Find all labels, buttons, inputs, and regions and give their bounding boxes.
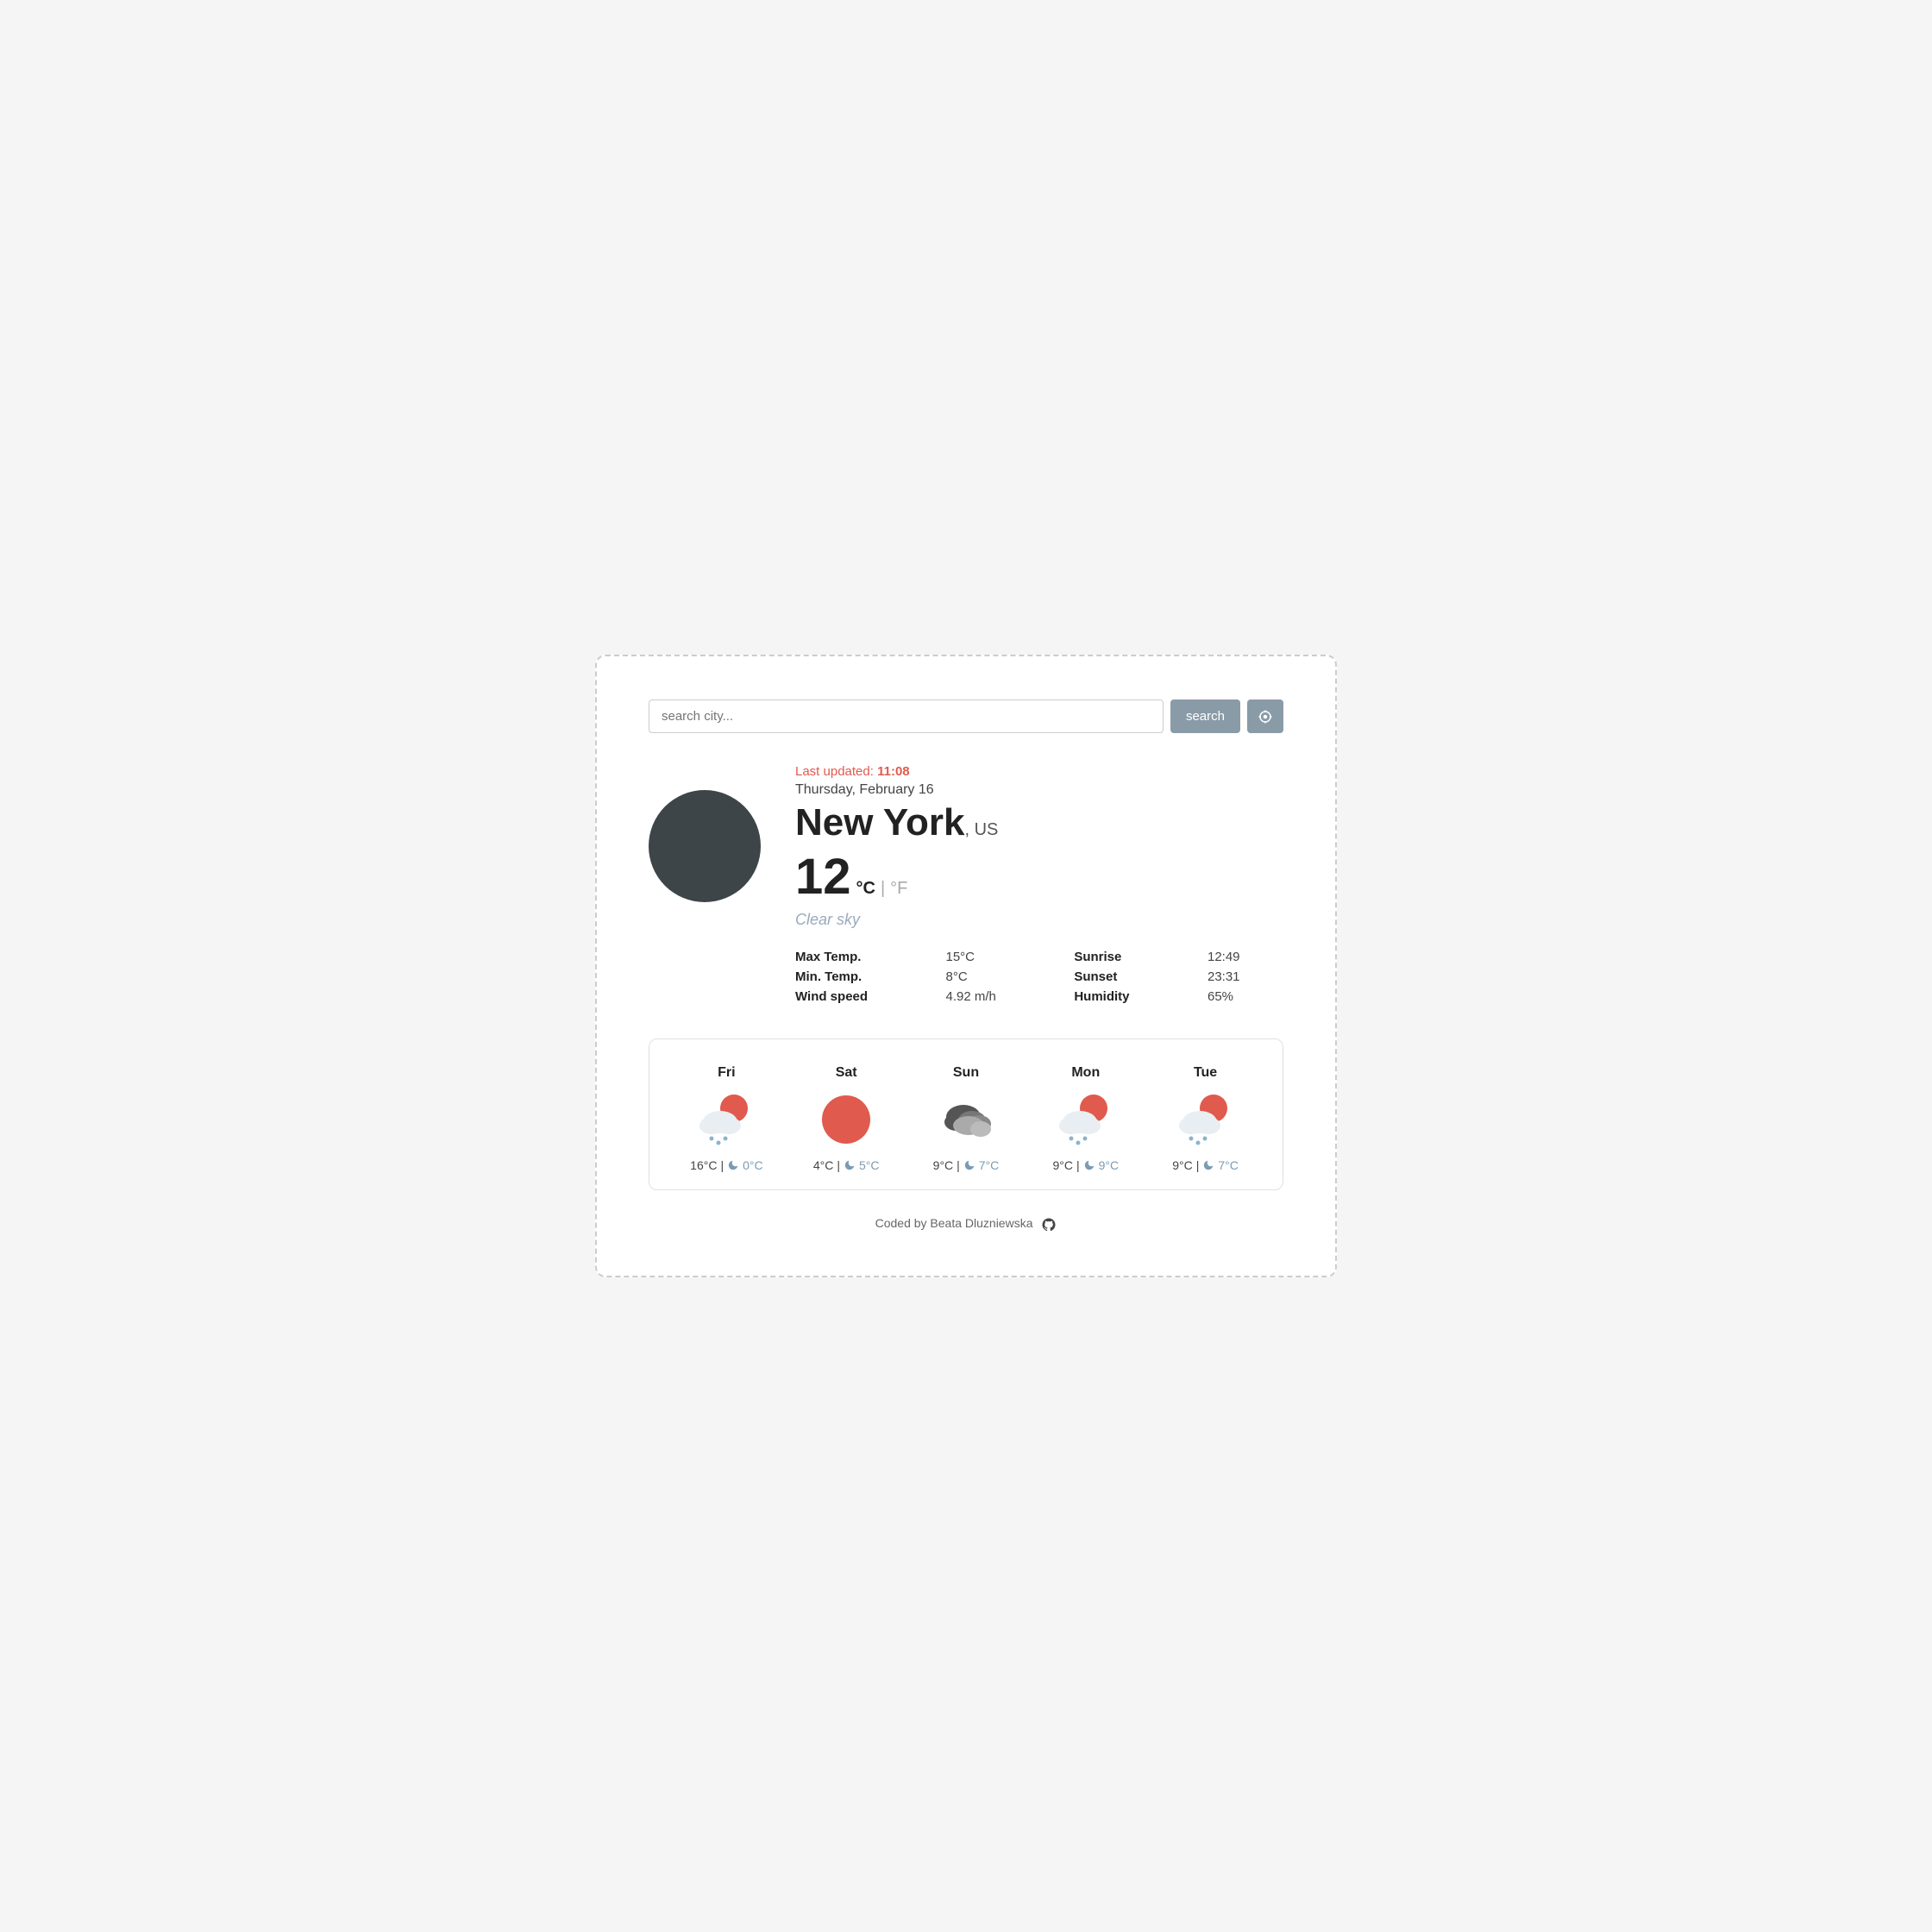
forecast-icon-rainy-sun: [1056, 1089, 1116, 1150]
current-weather-icon: [649, 790, 761, 902]
min-temp-label: Min. Temp.: [795, 969, 912, 984]
forecast-sep: |: [957, 1158, 960, 1172]
forecast-temps: 9°C | 7°C: [933, 1158, 1000, 1172]
moon-icon: [1202, 1159, 1214, 1171]
unit-separator: |: [881, 879, 885, 899]
city-line: New York, US: [795, 801, 1283, 844]
forecast-low: 0°C: [743, 1158, 763, 1172]
city-name: New York: [795, 801, 964, 844]
sunset-value: 23:31: [1208, 969, 1283, 984]
moon-icon: [1083, 1159, 1095, 1171]
min-temp-value: 8°C: [946, 969, 1040, 984]
date-text: Thursday, February 16: [795, 782, 1283, 798]
forecast-day-label: Tue: [1194, 1065, 1217, 1081]
github-icon: [1041, 1217, 1057, 1233]
forecast-day-label: Fri: [718, 1065, 735, 1081]
forecast-high: 9°C: [1052, 1158, 1073, 1172]
weather-main: Last updated: 11:08 Thursday, February 1…: [649, 764, 1283, 1004]
forecast-icon-rainy-sun: [696, 1089, 756, 1150]
last-updated: Last updated: 11:08: [795, 764, 1283, 779]
forecast-day-label: Mon: [1071, 1065, 1100, 1081]
forecast-low: 7°C: [979, 1158, 1000, 1172]
sunrise-label: Sunrise: [1074, 950, 1173, 964]
temperature-row: 12 °C | °F: [795, 848, 1283, 906]
forecast-high: 16°C: [690, 1158, 717, 1172]
forecast-day: Fri 16°C | 0°C: [674, 1065, 778, 1172]
forecast-low: 9°C: [1099, 1158, 1120, 1172]
forecast-day-label: Sun: [953, 1065, 979, 1081]
moon-icon: [963, 1159, 975, 1171]
unit-celsius[interactable]: °C: [856, 879, 875, 899]
forecast-day: Mon 9°C | 9°C: [1034, 1065, 1138, 1172]
footer: Coded by Beata Dluzniewska: [649, 1216, 1283, 1232]
forecast-day: Sat 4°C | 5°C: [794, 1065, 898, 1172]
weather-info: Last updated: 11:08 Thursday, February 1…: [795, 764, 1283, 1004]
details-grid: Max Temp. 15°C Sunrise 12:49 Min. Temp. …: [795, 950, 1283, 1004]
search-row: search: [649, 699, 1283, 733]
max-temp-label: Max Temp.: [795, 950, 912, 964]
wind-speed-label: Wind speed: [795, 989, 912, 1004]
temp-value: 12: [795, 848, 851, 906]
forecast-day: Tue 9°C | 7°C: [1154, 1065, 1258, 1172]
weather-description: Clear sky: [795, 911, 1283, 929]
search-button[interactable]: search: [1170, 699, 1240, 733]
forecast-high: 4°C: [813, 1158, 834, 1172]
forecast-icon-rainy-sun: [1176, 1089, 1236, 1150]
max-temp-value: 15°C: [946, 950, 1040, 964]
forecast-high: 9°C: [1172, 1158, 1193, 1172]
forecast-sep: |: [1076, 1158, 1080, 1172]
humidity-value: 65%: [1208, 989, 1283, 1004]
wind-speed-value: 4.92 m/h: [946, 989, 1040, 1004]
search-input[interactable]: [649, 699, 1164, 733]
location-icon: [1258, 709, 1273, 724]
humidity-label: Humidity: [1074, 989, 1173, 1004]
location-button[interactable]: [1247, 699, 1283, 733]
forecast-low: 5°C: [859, 1158, 880, 1172]
forecast-temps: 4°C | 5°C: [813, 1158, 880, 1172]
forecast-temps: 16°C | 0°C: [690, 1158, 762, 1172]
city-country: , US: [964, 820, 998, 839]
main-card: search Last updated: 11:08 Thursday, Feb…: [595, 655, 1337, 1276]
forecast-icon-sun: [816, 1089, 876, 1150]
unit-fahrenheit[interactable]: °F: [890, 879, 907, 899]
forecast-sep: |: [720, 1158, 724, 1172]
forecast-temps: 9°C | 9°C: [1052, 1158, 1119, 1172]
forecast-icon-cloudy: [936, 1089, 996, 1150]
forecast-sep: |: [837, 1158, 840, 1172]
moon-icon: [727, 1159, 739, 1171]
moon-icon: [844, 1159, 856, 1171]
sunset-label: Sunset: [1074, 969, 1173, 984]
forecast-day: Sun 9°C | 7°C: [914, 1065, 1018, 1172]
forecast-sep: |: [1196, 1158, 1200, 1172]
forecast-temps: 9°C | 7°C: [1172, 1158, 1239, 1172]
forecast-card: Fri 16°C | 0°C S: [649, 1038, 1283, 1190]
forecast-low: 7°C: [1218, 1158, 1239, 1172]
forecast-day-label: Sat: [836, 1065, 857, 1081]
sunrise-value: 12:49: [1208, 950, 1283, 964]
forecast-high: 9°C: [933, 1158, 954, 1172]
